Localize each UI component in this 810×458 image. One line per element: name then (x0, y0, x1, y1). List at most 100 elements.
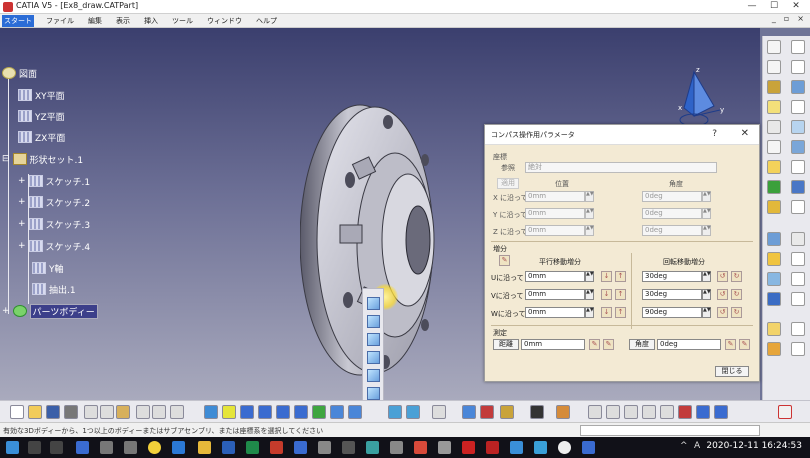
tool-hole-icon[interactable] (791, 272, 805, 286)
ruler-icon[interactable] (624, 405, 638, 419)
u-rotation-field[interactable]: 30deg (642, 271, 702, 282)
start-windows-icon[interactable] (6, 441, 19, 454)
doc-close-button[interactable]: × (797, 14, 804, 23)
print-icon[interactable] (64, 405, 78, 419)
excel-icon[interactable] (246, 441, 259, 454)
app-3-icon[interactable] (124, 441, 137, 454)
tool-revolve-icon[interactable] (791, 140, 805, 154)
u-translation-field[interactable]: 0mm (525, 271, 585, 282)
menu-tools[interactable]: ツール (170, 15, 195, 27)
doc-restore-button[interactable]: ▫ (784, 14, 789, 23)
expand-plus-icon[interactable]: + (2, 306, 10, 316)
redo-icon[interactable] (152, 405, 166, 419)
update-icon[interactable] (432, 405, 446, 419)
swap-space-icon[interactable] (406, 405, 420, 419)
y-position-field[interactable]: 0mm (525, 208, 585, 219)
y-position-spinner[interactable]: ▲▼ (585, 208, 594, 219)
whats-this-icon[interactable] (170, 405, 184, 419)
app-15-icon[interactable] (582, 441, 595, 454)
z-position-spinner[interactable]: ▲▼ (585, 225, 594, 236)
v-rotation-field[interactable]: 30deg (642, 289, 702, 300)
fit-all-icon[interactable] (222, 405, 236, 419)
v-rotation-spinner[interactable]: ▲▼ (702, 289, 711, 300)
angle-button[interactable]: 角度 (629, 339, 655, 350)
cube-tool-2-icon[interactable] (367, 315, 380, 328)
search-icon[interactable] (28, 441, 41, 454)
file-explorer-icon[interactable] (198, 441, 211, 454)
tool-shaft-icon[interactable] (791, 252, 805, 266)
expand-plus-icon[interactable]: + (18, 176, 26, 186)
app-13-icon[interactable] (510, 441, 523, 454)
x-angle-field[interactable]: 0deg (642, 191, 702, 202)
angle-value-field[interactable]: 0deg (657, 339, 721, 350)
tool-pad-icon[interactable] (791, 232, 805, 246)
zoom-in-icon[interactable] (276, 405, 290, 419)
menu-start[interactable]: スタート (2, 14, 34, 27)
tool-sketch-icon[interactable] (767, 40, 781, 54)
tool-pocket-icon[interactable] (767, 252, 781, 266)
tool-fill-icon[interactable] (767, 160, 781, 174)
menu-file[interactable]: ファイル (44, 15, 76, 27)
tool-translate-icon[interactable] (791, 200, 805, 214)
menu-edit[interactable]: 編集 (86, 15, 104, 27)
tool-chamfer-icon[interactable] (791, 292, 805, 306)
tree-node-y-axis[interactable]: Y軸 (32, 261, 64, 275)
minimize-button[interactable]: — (742, 0, 762, 13)
app-14-icon[interactable] (534, 441, 547, 454)
x-position-field[interactable]: 0mm (525, 191, 585, 202)
u-translate-plus-icon[interactable]: ↑ (615, 271, 626, 282)
chrome-icon[interactable] (558, 441, 571, 454)
w-translation-spinner[interactable]: ▲▼ (585, 307, 594, 318)
powerpoint-icon[interactable] (270, 441, 283, 454)
app-4-icon[interactable] (148, 441, 161, 454)
cube-tool-1-icon[interactable] (367, 297, 380, 310)
hide-show-icon[interactable] (388, 405, 402, 419)
formula-icon[interactable] (480, 405, 494, 419)
macro-icon[interactable] (500, 405, 514, 419)
tree-node-root[interactable]: 図面 (2, 66, 37, 80)
fly-mode-icon[interactable] (204, 405, 218, 419)
acrobat-icon[interactable] (462, 441, 475, 454)
reference-select[interactable]: 絶対 (525, 162, 717, 173)
u-translate-minus-icon[interactable]: ↓ (601, 271, 612, 282)
v-rotate-minus-icon[interactable]: ↺ (717, 289, 728, 300)
tree-node-sketch-2[interactable]: + スケッチ.2 (18, 195, 90, 209)
doc-minimize-button[interactable]: _ (772, 14, 776, 23)
menu-help[interactable]: ヘルプ (254, 15, 279, 27)
tool-more-icon[interactable] (791, 40, 805, 54)
iso-view-icon[interactable] (330, 405, 344, 419)
tool-curve-icon[interactable] (791, 100, 805, 114)
z-position-field[interactable]: 0mm (525, 225, 585, 236)
task-view-icon[interactable] (50, 441, 63, 454)
constraint-icon[interactable] (462, 405, 476, 419)
z-angle-field[interactable]: 0deg (642, 225, 702, 236)
tree-node-extract[interactable]: 抽出.1 (32, 282, 76, 296)
word-icon[interactable] (222, 441, 235, 454)
save-icon[interactable] (46, 405, 60, 419)
tool-solid-icon[interactable] (767, 232, 781, 246)
v-translation-spinner[interactable]: ▲▼ (585, 289, 594, 300)
angle-pick-1-icon[interactable]: ✎ (725, 339, 736, 350)
layers-icon[interactable] (696, 405, 710, 419)
w-rotate-plus-icon[interactable]: ↻ (731, 307, 742, 318)
tool-analysis-icon[interactable] (791, 342, 805, 356)
tool-material-icon[interactable] (767, 342, 781, 356)
increment-pencil-icon[interactable]: ✎ (499, 255, 510, 266)
app-10-icon[interactable] (414, 441, 427, 454)
tool-point-icon[interactable] (767, 60, 781, 74)
tool-split-icon[interactable] (791, 180, 805, 194)
w-rotation-spinner[interactable]: ▲▼ (702, 307, 711, 318)
v-translate-plus-icon[interactable]: ↑ (615, 289, 626, 300)
w-translation-field[interactable]: 0mm (525, 307, 585, 318)
app-1-icon[interactable] (76, 441, 89, 454)
cut-icon[interactable] (84, 405, 98, 419)
expand-plus-icon[interactable]: + (18, 241, 26, 251)
open-folder-icon[interactable] (28, 405, 42, 419)
tree-node-partbody[interactable]: + パーツボディー (2, 303, 98, 319)
tree-node-yz-plane[interactable]: YZ平面 (18, 109, 65, 123)
help-button[interactable]: ? (712, 129, 717, 139)
app-9-icon[interactable] (390, 441, 403, 454)
x-angle-spinner[interactable]: ▲▼ (702, 191, 711, 202)
dialog-close-button[interactable]: ✕ (741, 128, 749, 139)
snapshot-icon[interactable] (588, 405, 602, 419)
